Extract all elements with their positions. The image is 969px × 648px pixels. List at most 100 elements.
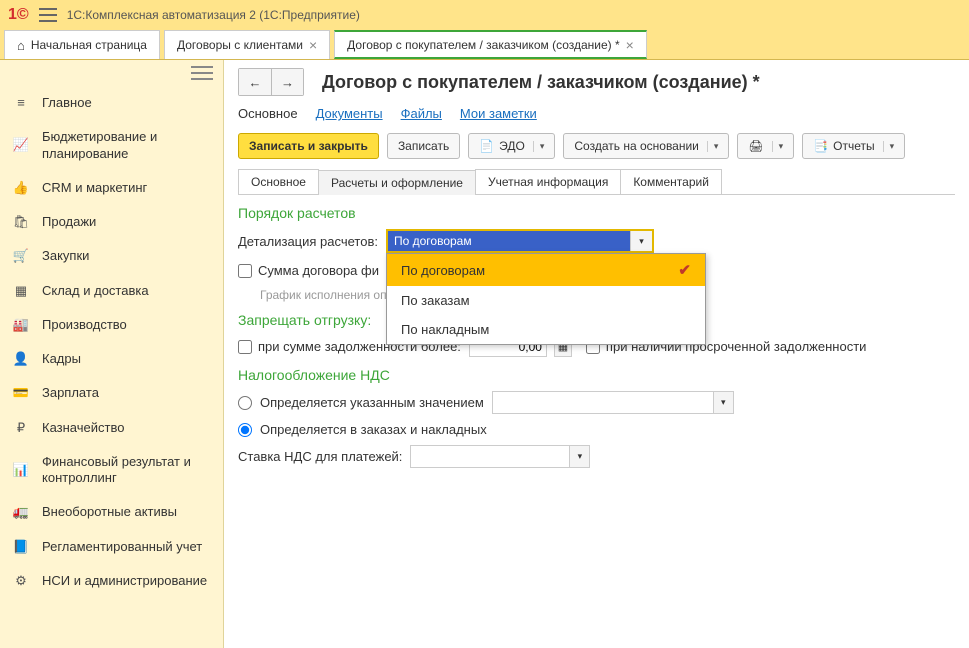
sidebar-item-11[interactable]: 🚛Внеоборотные активы bbox=[0, 495, 223, 529]
tab-contract-create[interactable]: Договор с покупателем / заказчиком (созд… bbox=[334, 30, 647, 59]
sidebar-item-8[interactable]: 💳 Зарплата bbox=[0, 376, 223, 410]
vat-rate-select[interactable]: ▾ bbox=[410, 445, 590, 468]
titlebar: 1© 1С:Комплексная автоматизация 2 (1С:Пр… bbox=[0, 0, 969, 30]
detail-input[interactable] bbox=[388, 231, 630, 251]
chevron-down-icon[interactable]: ▾ bbox=[569, 446, 589, 467]
sidebar-label: Внеоборотные активы bbox=[42, 504, 177, 520]
sidebar-item-7[interactable]: 👤 Кадры bbox=[0, 342, 223, 376]
vat-rate-label: Ставка НДС для платежей: bbox=[238, 449, 402, 464]
back-button[interactable]: ← bbox=[239, 69, 271, 95]
doctab-main[interactable]: Основное bbox=[238, 169, 319, 194]
nav-buttons: ← → bbox=[238, 68, 304, 96]
app-title: 1С:Комплексная автоматизация 2 (1С:Предп… bbox=[67, 8, 360, 22]
sidebar-label: Зарплата bbox=[42, 385, 99, 401]
doctab-calc[interactable]: Расчеты и оформление bbox=[318, 170, 476, 195]
chevron-down-icon: ▾ bbox=[772, 141, 784, 152]
sidebar-icon: 📈 bbox=[12, 137, 30, 153]
tab-contracts[interactable]: Договоры с клиентами × bbox=[164, 30, 330, 59]
sidebar-item-3[interactable]: 🛍Продажи bbox=[0, 205, 223, 239]
dropdown-option[interactable]: По заказам bbox=[387, 286, 705, 315]
sum-fixed-checkbox[interactable] bbox=[238, 264, 252, 278]
doctab-account[interactable]: Учетная информация bbox=[475, 169, 621, 194]
check-icon: ✔ bbox=[678, 261, 691, 279]
vat-opt2-radio[interactable] bbox=[238, 423, 252, 437]
sidebar-item-0[interactable]: ≡Главное bbox=[0, 86, 223, 120]
tab-label: Начальная страница bbox=[31, 38, 147, 52]
chevron-down-icon: ▾ bbox=[707, 141, 719, 152]
menu-icon[interactable] bbox=[39, 8, 57, 22]
sidebar-item-6[interactable]: 🏭Производство bbox=[0, 308, 223, 342]
chevron-down-icon[interactable]: ▾ bbox=[713, 392, 733, 413]
sidebar-label: Финансовый результат и контроллинг bbox=[42, 454, 211, 487]
create-based-button[interactable]: Создать на основании▾ bbox=[563, 133, 729, 159]
sidebar-item-2[interactable]: 👍 CRM и маркетинг bbox=[0, 171, 223, 205]
sidebar-label: НСИ и администрирование bbox=[42, 573, 207, 589]
sidebar-item-12[interactable]: 📘Регламентированный учет bbox=[0, 530, 223, 564]
vat-opt1-radio[interactable] bbox=[238, 396, 252, 410]
sidebar-item-5[interactable]: ▦Склад и доставка bbox=[0, 274, 223, 308]
page-title: Договор с покупателем / заказчиком (созд… bbox=[322, 72, 760, 93]
sidebar-icon: 📊 bbox=[12, 462, 30, 478]
tab-home[interactable]: ⌂ Начальная страница bbox=[4, 30, 160, 59]
forward-button[interactable]: → bbox=[271, 69, 303, 95]
sidebar: ≡Главное 📈 Бюджетирование и планирование 👍 C… bbox=[0, 60, 224, 648]
print-button[interactable]: 🖨▾ bbox=[737, 133, 794, 159]
content-area: ← → Договор с покупателем / заказчиком (… bbox=[224, 60, 969, 648]
subnav: Основное Документы Файлы Мои заметки bbox=[238, 106, 955, 121]
chevron-down-icon: ▾ bbox=[533, 141, 545, 152]
chevron-down-icon: ▾ bbox=[883, 141, 895, 152]
save-button[interactable]: Записать bbox=[387, 133, 460, 159]
toolbar: Записать и закрыть Записать 📄ЭДО▾ Создат… bbox=[238, 133, 955, 159]
sidebar-label: Бюджетирование и планирование bbox=[42, 129, 211, 162]
debt-checkbox[interactable] bbox=[238, 340, 252, 354]
detail-combobox[interactable]: ▾ bbox=[386, 229, 654, 253]
tab-label: Договор с покупателем / заказчиком (созд… bbox=[347, 38, 620, 52]
sidebar-label: Кадры bbox=[42, 351, 81, 367]
doctab-comment[interactable]: Комментарий bbox=[620, 169, 722, 194]
report-icon: 📑 bbox=[813, 139, 828, 153]
doc-icon: 📄 bbox=[479, 139, 494, 153]
sidebar-icon: 💳 bbox=[12, 385, 30, 401]
close-icon[interactable]: × bbox=[626, 37, 634, 53]
sidebar-item-13[interactable]: ⚙ НСИ и администрирование bbox=[0, 564, 223, 598]
dropdown-option[interactable]: По накладным bbox=[387, 315, 705, 344]
sidebar-icon: ≡ bbox=[12, 95, 30, 111]
sidebar-icon: 👤 bbox=[12, 351, 30, 367]
sidebar-item-4[interactable]: 🛒 Закупки bbox=[0, 239, 223, 273]
sidebar-icon: ⚙ bbox=[12, 573, 30, 589]
reports-button[interactable]: 📑Отчеты▾ bbox=[802, 133, 905, 159]
logo-1c: 1© bbox=[8, 6, 29, 24]
sidebar-menu-icon[interactable] bbox=[191, 66, 213, 80]
sidebar-label: Продажи bbox=[42, 214, 96, 230]
tab-label: Договоры с клиентами bbox=[177, 38, 303, 52]
sidebar-label: Закупки bbox=[42, 248, 89, 264]
sidebar-icon: 👍 bbox=[12, 180, 30, 196]
sidebar-item-9[interactable]: ₽ Казначейство bbox=[0, 411, 223, 445]
edo-button[interactable]: 📄ЭДО▾ bbox=[468, 133, 555, 159]
sidebar-item-1[interactable]: 📈 Бюджетирование и планирование bbox=[0, 120, 223, 171]
chevron-down-icon[interactable]: ▾ bbox=[630, 231, 652, 251]
sidebar-label: CRM и маркетинг bbox=[42, 180, 147, 196]
sidebar-icon: ▦ bbox=[12, 283, 30, 299]
detail-label: Детализация расчетов: bbox=[238, 234, 378, 249]
window-tabs: ⌂ Начальная страница Договоры с клиентам… bbox=[0, 30, 969, 60]
sidebar-icon: 🛒 bbox=[12, 248, 30, 264]
section-vat: Налогообложение НДС bbox=[238, 367, 955, 383]
close-icon[interactable]: × bbox=[309, 37, 317, 53]
sidebar-label: Казначейство bbox=[42, 420, 124, 436]
doc-tabs: Основное Расчеты и оформление Учетная ин… bbox=[238, 169, 955, 195]
subnav-files[interactable]: Файлы bbox=[401, 106, 442, 121]
detail-dropdown: По договорам✔ По заказам По накладным bbox=[386, 253, 706, 345]
vat-opt1-label: Определяется указанным значением bbox=[260, 395, 484, 410]
sidebar-item-10[interactable]: 📊 Финансовый результат и контроллинг bbox=[0, 445, 223, 496]
vat-value-select[interactable]: ▾ bbox=[492, 391, 734, 414]
subnav-main[interactable]: Основное bbox=[238, 106, 298, 121]
vat-opt2-label: Определяется в заказах и накладных bbox=[260, 422, 487, 437]
subnav-docs[interactable]: Документы bbox=[316, 106, 383, 121]
sidebar-icon: 🏭 bbox=[12, 317, 30, 333]
sidebar-icon: ₽ bbox=[12, 420, 30, 436]
dropdown-option[interactable]: По договорам✔ bbox=[387, 254, 705, 286]
save-close-button[interactable]: Записать и закрыть bbox=[238, 133, 379, 159]
subnav-notes[interactable]: Мои заметки bbox=[460, 106, 537, 121]
print-icon: 🖨 bbox=[748, 139, 763, 153]
